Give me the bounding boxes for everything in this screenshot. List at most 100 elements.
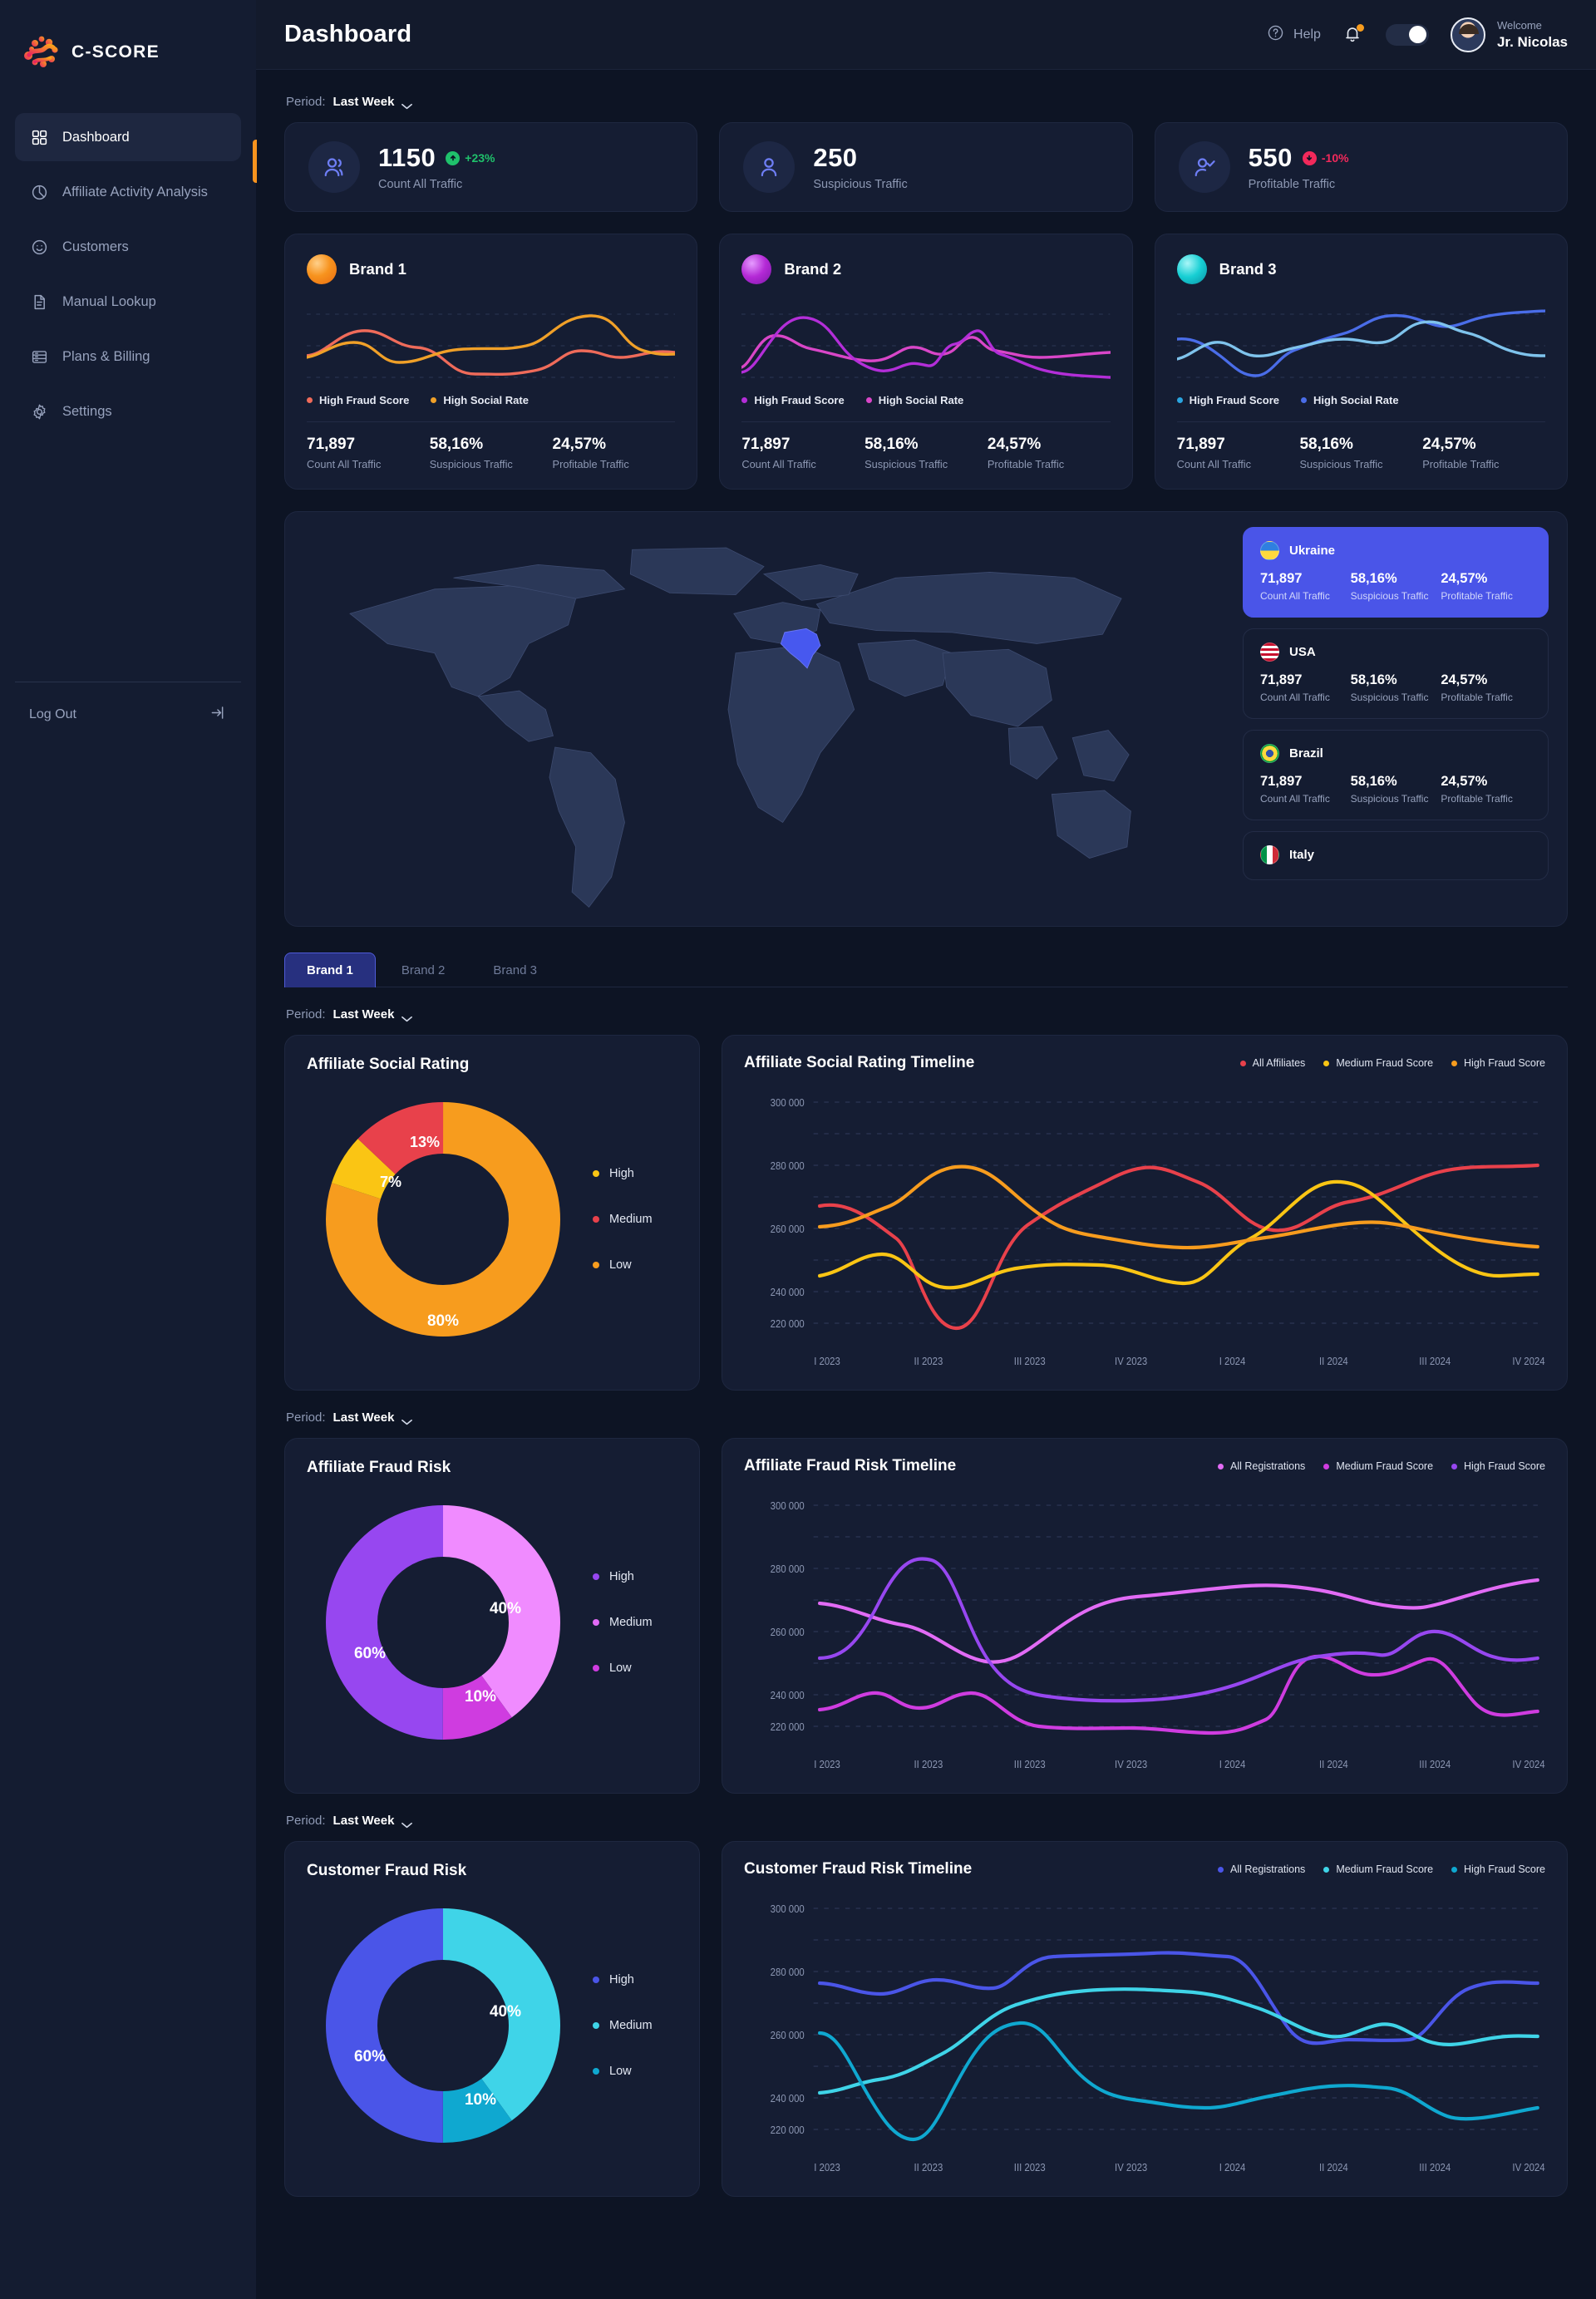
brand-legend: High Fraud Score High Social Rate: [741, 394, 1110, 406]
svg-text:280 000: 280 000: [771, 1159, 805, 1172]
user-name: Jr. Nicolas: [1496, 33, 1568, 50]
pie-chart-icon: [30, 183, 48, 201]
donut-value-label: 60%: [354, 1645, 386, 1662]
tab-brand-3[interactable]: Brand 3: [470, 953, 559, 987]
period-selector-section-2[interactable]: Period: Last Week: [286, 1410, 1568, 1425]
brand-card: Brand 1 High Fraud Score High Social Rat…: [284, 234, 698, 490]
svg-text:220 000: 220 000: [771, 1721, 805, 1733]
gear-icon: [30, 402, 48, 421]
legend-item: High Fraud Score: [1451, 1057, 1545, 1069]
country-stat-value: 24,57%: [1441, 774, 1488, 789]
timeline-legend: All Affiliates Medium Fraud Score High F…: [1239, 1057, 1545, 1069]
chevron-down-icon: [401, 1818, 413, 1828]
kpi-card-profitable-traffic: 550 -10% Profitable Traffic: [1154, 122, 1568, 212]
legend-item: Medium: [593, 1213, 653, 1226]
sidebar-item-manual-lookup[interactable]: Manual Lookup: [15, 278, 241, 326]
user-menu[interactable]: Welcome Jr. Nicolas: [1450, 17, 1568, 52]
tab-brand-1[interactable]: Brand 1: [284, 953, 376, 987]
brand-name: Brand 3: [1219, 260, 1277, 278]
country-row-ukraine[interactable]: Ukraine 71,897 Count All Traffic 58,16% Su…: [1243, 527, 1549, 618]
document-icon: [30, 293, 48, 311]
donut-legend: High Medium Low: [593, 1973, 653, 2078]
sidebar-item-dashboard[interactable]: Dashboard: [15, 113, 241, 161]
legend-item: High: [593, 1167, 653, 1180]
country-name: Ukraine: [1289, 544, 1336, 558]
stat-label: Profitable Traffic: [1422, 458, 1500, 470]
brand-card: Brand 3 High Fraud Score High Social Rat…: [1154, 234, 1568, 490]
sidebar-nav: Dashboard Affiliate Activity Analysis Cu…: [0, 113, 256, 436]
brand-legend: High Fraud Score High Social Rate: [1176, 394, 1545, 406]
legend-item: Medium: [593, 1616, 653, 1629]
sidebar-item-plans-billing[interactable]: Plans & Billing: [15, 332, 241, 381]
billing-icon: [30, 347, 48, 366]
country-row-italy[interactable]: Italy: [1243, 831, 1549, 880]
logo[interactable]: C-SCORE: [0, 25, 256, 71]
legend-item: Low: [593, 2065, 653, 2078]
world-map[interactable]: [285, 512, 1243, 926]
svg-text:III 2023: III 2023: [1014, 1355, 1046, 1367]
country-row-brazil[interactable]: Brazil 71,897 Count All Traffic 58,16% Sus…: [1243, 730, 1549, 820]
sidebar-item-settings[interactable]: Settings: [15, 387, 241, 436]
sidebar-item-affiliate-activity-analysis[interactable]: Affiliate Activity Analysis: [15, 168, 241, 216]
period-value: Last Week: [332, 95, 395, 109]
country-stat-label: Profitable Traffic: [1441, 692, 1513, 703]
country-stat-value: 71,897: [1260, 672, 1303, 687]
stat-label: Profitable Traffic: [552, 458, 629, 470]
country-row-usa[interactable]: USA 71,897 Count All Traffic 58,16% Suspic…: [1243, 628, 1549, 719]
svg-text:I 2024: I 2024: [1219, 1355, 1246, 1367]
svg-text:I 2024: I 2024: [1219, 1758, 1246, 1770]
svg-text:III 2023: III 2023: [1014, 2161, 1046, 2173]
world-map-card: Ukraine 71,897 Count All Traffic 58,16% Su…: [284, 511, 1568, 927]
stat-label: Suspicious Traffic: [864, 458, 948, 470]
flag-icon-ua: [1260, 541, 1279, 560]
legend-item: Medium Fraud Score: [1323, 1460, 1433, 1472]
legend-item: All Affiliates: [1239, 1057, 1305, 1069]
logout-icon: [209, 704, 226, 726]
kpi-delta-text: +23%: [465, 151, 495, 165]
svg-text:240 000: 240 000: [771, 1286, 805, 1298]
kpi-value: 1150: [378, 143, 436, 172]
tab-brand-2[interactable]: Brand 2: [379, 953, 468, 987]
stat-value: 71,897: [1176, 436, 1225, 453]
kpi-value: 550: [1248, 143, 1293, 172]
donut-value-label: 13%: [410, 1134, 440, 1150]
donut-value-label: 10%: [465, 2091, 496, 2109]
help-button[interactable]: Help: [1267, 24, 1321, 46]
donut-value-label: 80%: [427, 1312, 459, 1330]
stat-value: 58,16%: [1299, 436, 1353, 453]
country-name: Italy: [1289, 848, 1315, 862]
stat-value: 71,897: [741, 436, 791, 453]
period-selector-section-3[interactable]: Period: Last Week: [286, 1814, 1568, 1828]
legend-item: Low: [593, 1661, 653, 1675]
theme-toggle[interactable]: [1385, 23, 1429, 46]
country-stat-label: Count All Traffic: [1260, 692, 1330, 703]
svg-text:III 2024: III 2024: [1419, 1355, 1451, 1367]
brand-card-row: Brand 1 High Fraud Score High Social Rat…: [284, 234, 1568, 490]
avatar: [1450, 17, 1485, 52]
series-line-high-fraud-score: [818, 1164, 1539, 1250]
chevron-down-icon: [401, 1415, 413, 1425]
arrow-up-icon: [446, 150, 461, 165]
kpi-card-suspicious-traffic: 250 Suspicious Traffic: [719, 122, 1133, 212]
svg-text:260 000: 260 000: [771, 2029, 805, 2041]
period-selector-section-1[interactable]: Period: Last Week: [286, 1007, 1568, 1022]
logout-button[interactable]: Log Out: [15, 692, 241, 737]
timeline-chart: 300 000 280 000 260 000 240 000 220 000 I 2…: [744, 1890, 1545, 2183]
legend-item: Medium Fraud Score: [1323, 1863, 1433, 1875]
country-stat-value: 71,897: [1260, 571, 1303, 586]
card-title: Affiliate Fraud Risk: [307, 1459, 451, 1476]
card-title: Customer Fraud Risk Timeline: [744, 1860, 973, 1878]
svg-text:IV 2024: IV 2024: [1512, 1758, 1544, 1770]
brand-card: Brand 2 High Fraud Score High Social Rat…: [719, 234, 1133, 490]
svg-text:IV 2024: IV 2024: [1512, 2161, 1544, 2173]
kpi-delta: -10%: [1302, 150, 1349, 165]
sidebar-item-customers[interactable]: Customers: [15, 223, 241, 271]
brand-name: Brand 1: [349, 260, 406, 278]
notifications-button[interactable]: [1342, 23, 1364, 46]
legend-item: High Fraud Score: [741, 394, 845, 406]
period-selector-top[interactable]: Period: Last Week: [286, 95, 1568, 109]
brand-sparkline-chart: [1176, 299, 1545, 389]
logo-icon: [22, 33, 60, 71]
donut-chart: 40% 10% 60%: [318, 1901, 568, 2150]
legend-item: High Fraud Score: [307, 394, 409, 406]
